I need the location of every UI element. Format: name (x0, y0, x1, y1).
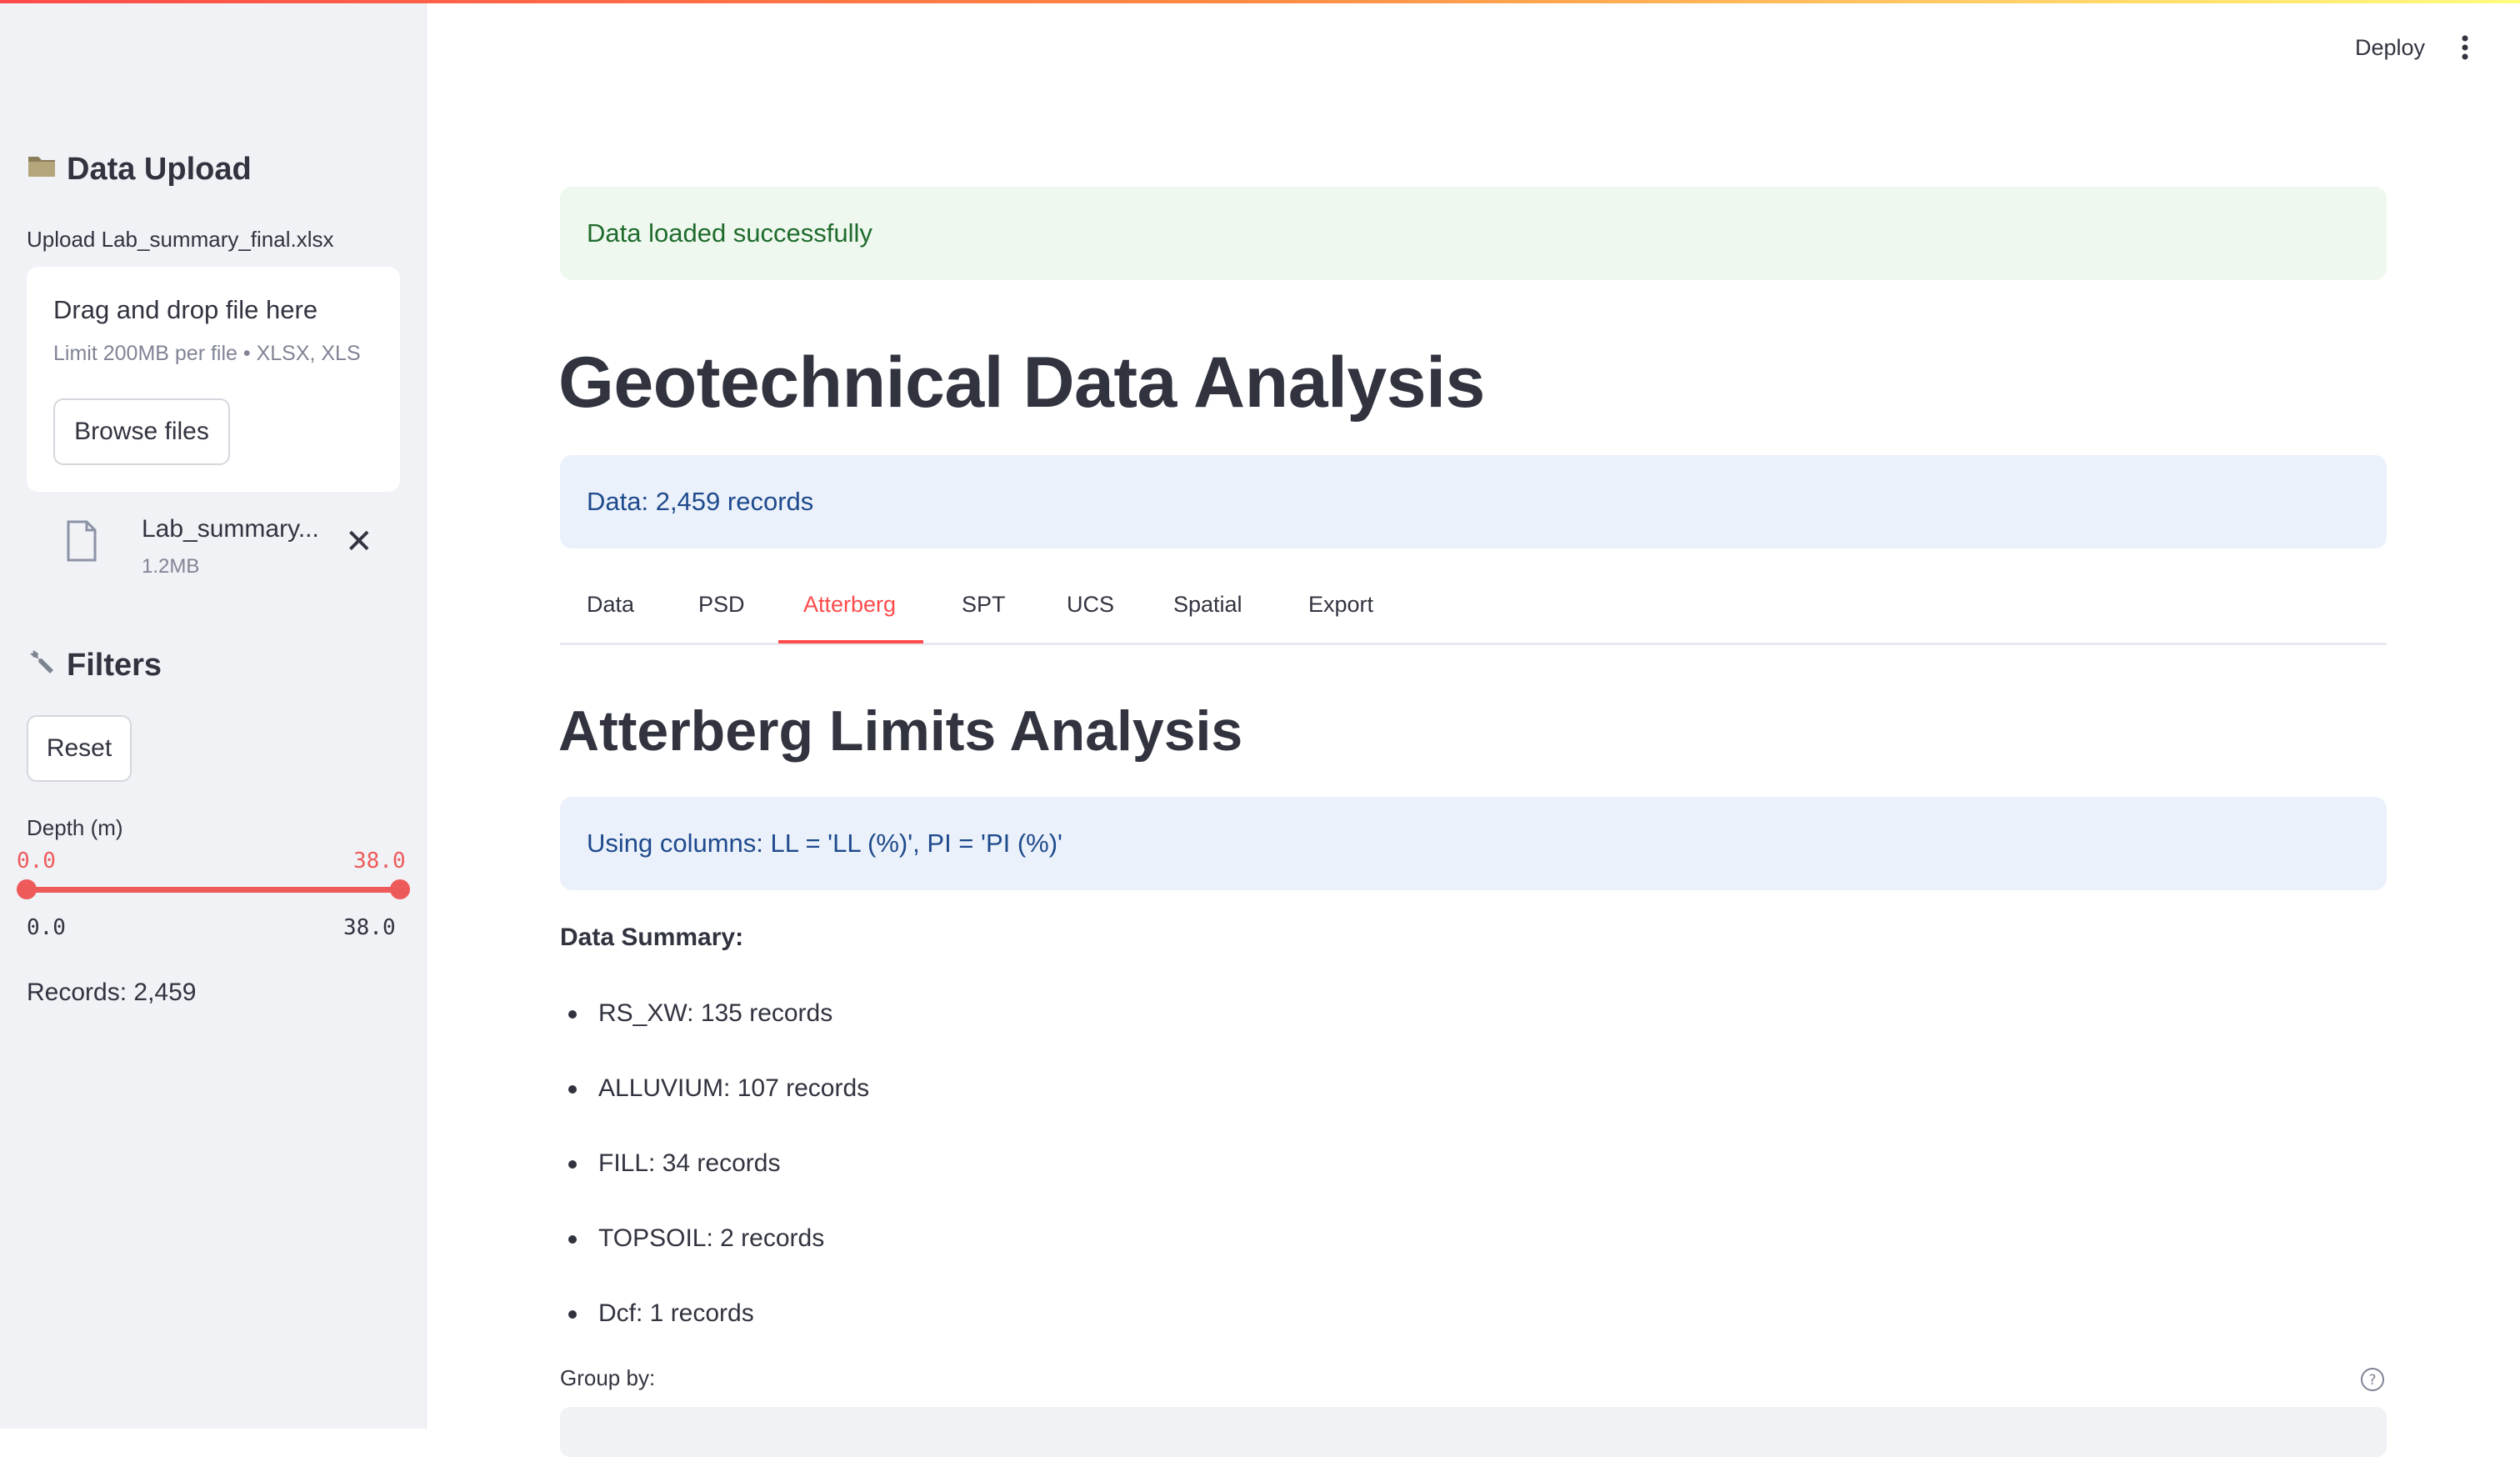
list-item: RS_XW: 135 records (560, 992, 869, 1067)
upload-label: Upload Lab_summary_final.xlsx (27, 227, 334, 252)
dropzone-hint: Limit 200MB per file • XLSX, XLS (53, 342, 361, 365)
tab-spt[interactable]: SPT (962, 592, 1006, 618)
reset-button[interactable]: Reset (27, 715, 132, 782)
kebab-menu-icon[interactable] (2460, 35, 2470, 60)
file-size: 1.2MB (142, 555, 200, 578)
success-alert: Data loaded successfully (560, 187, 2387, 280)
success-message: Data loaded successfully (587, 218, 872, 248)
columns-info-alert: Using columns: LL = 'LL (%)', PI = 'PI (… (560, 797, 2387, 890)
list-item: FILL: 34 records (560, 1142, 869, 1217)
group-by-select[interactable] (560, 1407, 2387, 1457)
data-info-alert: Data: 2,459 records (560, 455, 2387, 548)
depth-slider-track[interactable] (27, 887, 400, 893)
filters-header: Filters (27, 647, 162, 684)
data-info-text: Data: 2,459 records (587, 487, 814, 516)
depth-range-max: 38.0 (343, 915, 396, 940)
help-icon[interactable]: ? (2360, 1367, 2385, 1392)
wrench-icon (27, 647, 57, 684)
active-tab-indicator (778, 640, 923, 643)
remove-file-icon[interactable]: ✕ (345, 525, 373, 558)
tab-spatial[interactable]: Spatial (1173, 592, 1242, 618)
tab-data[interactable]: Data (587, 592, 634, 618)
depth-range-min: 0.0 (27, 915, 66, 940)
tab-export[interactable]: Export (1308, 592, 1373, 618)
summary-title: Data Summary: (560, 924, 744, 951)
top-decoration-bar (0, 0, 2520, 3)
section-title: Atterberg Limits Analysis (558, 699, 1243, 763)
deploy-button[interactable]: Deploy (2355, 35, 2425, 61)
columns-info-text: Using columns: LL = 'LL (%)', PI = 'PI (… (587, 829, 1062, 858)
group-by-label: Group by: (560, 1365, 656, 1390)
depth-slider-min-handle[interactable] (17, 879, 37, 899)
depth-label: Depth (m) (27, 815, 123, 840)
browse-files-button[interactable]: Browse files (53, 398, 230, 465)
dropzone-title: Drag and drop file here (53, 295, 318, 324)
file-name: Lab_summary... (142, 515, 319, 543)
sidebar: Data Upload Upload Lab_summary_final.xls… (0, 0, 427, 1429)
summary-list: RS_XW: 135 records ALLUVIUM: 107 records… (560, 992, 869, 1367)
file-dropzone[interactable]: Drag and drop file here Limit 200MB per … (27, 267, 400, 492)
uploaded-file: Lab_summary... 1.2MB ✕ (53, 508, 387, 583)
tab-atterberg[interactable]: Atterberg (803, 592, 896, 618)
depth-max-value: 38.0 (353, 849, 406, 874)
page-title: Geotechnical Data Analysis (558, 343, 1485, 423)
folder-icon (27, 153, 57, 186)
records-count: Records: 2,459 (27, 979, 197, 1006)
list-item: ALLUVIUM: 107 records (560, 1067, 869, 1142)
tab-ucs[interactable]: UCS (1067, 592, 1114, 618)
depth-slider-max-handle[interactable] (390, 879, 410, 899)
svg-text:?: ? (2368, 1372, 2376, 1389)
upload-header: Data Upload (27, 152, 252, 188)
tab-psd[interactable]: PSD (698, 592, 745, 618)
list-item: TOPSOIL: 2 records (560, 1217, 869, 1292)
list-item: Dcf: 1 records (560, 1292, 869, 1367)
file-icon (65, 520, 98, 562)
depth-min-value: 0.0 (17, 849, 56, 874)
tab-bar: Data PSD Atterberg SPT UCS Spatial Expor… (560, 575, 2387, 645)
